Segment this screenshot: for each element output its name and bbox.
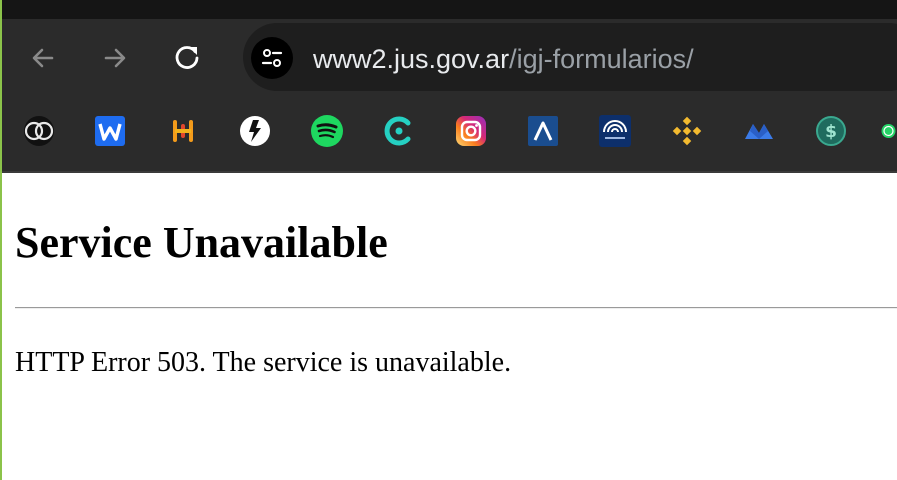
- reload-button[interactable]: [168, 39, 206, 77]
- whatsapp-icon: [881, 124, 896, 138]
- browser-toolbar: www2.jus.gov.ar/igj-formularios/: [0, 19, 897, 97]
- dollar-icon: $: [816, 116, 846, 146]
- url-host: www2.jus.gov.ar: [313, 44, 510, 74]
- page-content: Service Unavailable HTTP Error 503. The …: [15, 173, 897, 480]
- url-text[interactable]: www2.jus.gov.ar/igj-formularios/: [313, 44, 694, 74]
- error-message: HTTP Error 503. The service is unavailab…: [15, 347, 512, 378]
- bookmarks-bar: $: [0, 97, 897, 171]
- address-bar[interactable]: www2.jus.gov.ar/igj-formularios/: [243, 23, 897, 91]
- url-path: /igj-formularios/: [509, 44, 694, 74]
- binance-icon: [672, 116, 702, 146]
- reload-icon: [175, 46, 199, 69]
- bookmark-a-logo[interactable]: [526, 114, 560, 148]
- bookmark-whatsapp[interactable]: [880, 114, 897, 148]
- arrow-left-icon: [32, 48, 54, 68]
- back-button[interactable]: [24, 39, 62, 77]
- instagram-icon: [456, 116, 486, 146]
- coin-logo-icon: [24, 116, 54, 146]
- m-logo-icon: [745, 124, 773, 139]
- bookmark-dollar[interactable]: $: [814, 114, 848, 148]
- bookmark-binance[interactable]: [670, 114, 704, 148]
- site-info-button[interactable]: [251, 37, 293, 79]
- horizontal-rule: [15, 307, 897, 309]
- arrow-right-icon: [104, 48, 126, 68]
- a-logo-icon: [528, 116, 558, 146]
- c-logo-icon: [384, 116, 411, 146]
- bookmark-c-logo[interactable]: [382, 114, 416, 148]
- bookmark-coin-logo[interactable]: [22, 114, 56, 148]
- bookmark-spotify[interactable]: [310, 114, 344, 148]
- bookmark-w[interactable]: [93, 114, 127, 148]
- spotify-icon: [311, 115, 343, 147]
- bookmark-m-logo[interactable]: [742, 114, 776, 148]
- tab-strip: [0, 0, 897, 19]
- bookmark-bank[interactable]: [598, 114, 632, 148]
- window-edge: [0, 0, 2, 480]
- bank-logo-icon: [599, 115, 631, 147]
- circle-logo-icon: [240, 116, 270, 146]
- h-bars-icon: [173, 120, 193, 142]
- w-letter-icon: [95, 116, 125, 146]
- bookmark-h-bars[interactable]: [166, 114, 200, 148]
- forward-button[interactable]: [96, 39, 134, 77]
- bookmark-instagram[interactable]: [454, 114, 488, 148]
- bookmark-circle-logo[interactable]: [238, 114, 272, 148]
- tune-icon: [261, 49, 283, 67]
- page-title: Service Unavailable: [15, 218, 388, 267]
- svg-text:$: $: [825, 122, 837, 142]
